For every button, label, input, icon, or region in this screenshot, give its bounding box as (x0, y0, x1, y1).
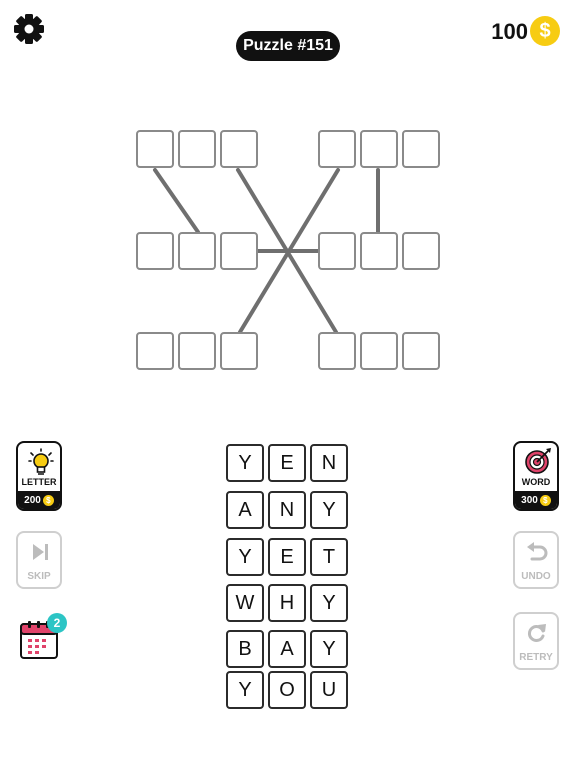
letter-tile[interactable]: B (226, 630, 264, 668)
letter-tile[interactable]: Y (226, 538, 264, 576)
letter-tile[interactable]: Y (226, 671, 264, 709)
answer-slot[interactable] (178, 232, 216, 270)
letter-tile[interactable]: N (268, 491, 306, 529)
answer-slot[interactable] (136, 232, 174, 270)
letter-tile[interactable]: N (310, 444, 348, 482)
answer-slot[interactable] (178, 130, 216, 168)
coin-icon: $ (42, 494, 54, 506)
letter-tile[interactable]: Y (226, 444, 264, 482)
skip-label: SKIP (27, 571, 51, 582)
coin-icon: $ (539, 494, 551, 506)
answer-slot[interactable] (360, 232, 398, 270)
letter-hint-label: LETTER (21, 477, 57, 487)
word-hint-button[interactable]: WORD 300 $ (513, 441, 559, 511)
answer-slot[interactable] (318, 332, 356, 370)
letter-tile[interactable]: W (226, 584, 264, 622)
letter-tile[interactable]: Y (310, 491, 348, 529)
answer-slot[interactable] (220, 232, 258, 270)
answer-slot[interactable] (402, 332, 440, 370)
answer-slot[interactable] (360, 332, 398, 370)
answer-slot[interactable] (220, 332, 258, 370)
skip-next-icon (33, 544, 48, 560)
undo-label: UNDO (521, 571, 551, 582)
answer-slot[interactable] (402, 232, 440, 270)
daily-count-badge: 2 (47, 613, 67, 633)
letter-tile[interactable]: Y (310, 584, 348, 622)
coin-balance: 100 (491, 19, 528, 44)
puzzle-number-label: Puzzle #151 (243, 37, 333, 54)
letter-tile[interactable]: T (310, 538, 348, 576)
retry-label: RETRY (519, 652, 553, 663)
answer-slot[interactable] (318, 232, 356, 270)
coin-icon: $ (530, 16, 560, 46)
letter-hint-cost-bar: 200 $ (18, 491, 60, 509)
word-hint-cost: 300 (521, 494, 538, 506)
letter-hint-button[interactable]: LETTER 200 $ (16, 441, 62, 511)
letter-hint-cost: 200 (24, 494, 41, 506)
puzzle-number-pill: Puzzle #151 (236, 31, 340, 61)
lightbulb-icon (28, 448, 54, 475)
letter-tile[interactable]: Y (310, 630, 348, 668)
letter-tile[interactable]: E (268, 538, 306, 576)
answer-slot[interactable] (360, 130, 398, 168)
skip-button[interactable]: SKIP (16, 531, 62, 589)
retry-refresh-icon (527, 624, 546, 642)
word-hint-cost-bar: 300 $ (515, 491, 557, 509)
letter-tile[interactable]: E (268, 444, 306, 482)
answer-slot[interactable] (178, 332, 216, 370)
letter-tile[interactable]: U (310, 671, 348, 709)
connector-line (153, 168, 200, 234)
answer-slot[interactable] (220, 130, 258, 168)
retry-button[interactable]: RETRY (513, 612, 559, 670)
answer-slot[interactable] (136, 130, 174, 168)
undo-button[interactable]: UNDO (513, 531, 559, 589)
answer-slot[interactable] (318, 130, 356, 168)
undo-arrow-icon (527, 542, 548, 561)
settings-gear-icon[interactable] (12, 12, 46, 46)
letter-tile[interactable]: H (268, 584, 306, 622)
letter-tile[interactable]: A (268, 630, 306, 668)
letter-tile[interactable]: O (268, 671, 306, 709)
target-icon (525, 448, 551, 474)
word-hint-label: WORD (521, 477, 551, 487)
answer-slot[interactable] (136, 332, 174, 370)
letter-tile[interactable]: A (226, 491, 264, 529)
answer-slot[interactable] (402, 130, 440, 168)
